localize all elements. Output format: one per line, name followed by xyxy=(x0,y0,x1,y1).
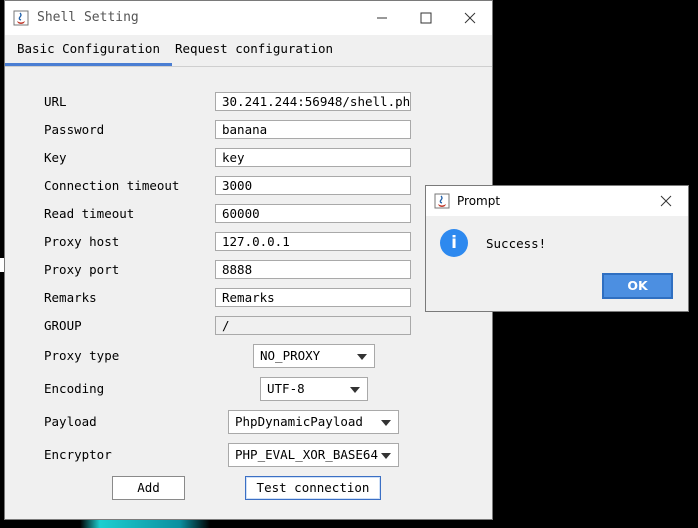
url-label: URL xyxy=(44,94,67,109)
prompt-title: Prompt xyxy=(457,194,501,208)
proxy-port-input[interactable]: 8888 xyxy=(215,260,411,279)
proxy-type-value: NO_PROXY xyxy=(260,348,321,363)
proxy-port-label: Proxy port xyxy=(44,262,120,277)
payload-value: PhpDynamicPayload xyxy=(235,414,363,429)
group-label: GROUP xyxy=(44,318,82,333)
close-button[interactable] xyxy=(448,1,492,35)
key-input[interactable]: key xyxy=(215,148,411,167)
remarks-label: Remarks xyxy=(44,290,97,305)
chevron-down-icon xyxy=(381,453,391,459)
window-title: Shell Setting xyxy=(37,10,139,25)
tab-label: Basic Configuration xyxy=(17,41,160,56)
password-input[interactable]: banana xyxy=(215,120,411,139)
prompt-title-bar[interactable]: Prompt xyxy=(426,186,688,216)
proxy-type-label: Proxy type xyxy=(44,348,120,363)
chevron-down-icon xyxy=(350,387,360,393)
tab-label: Request configuration xyxy=(175,41,334,56)
shell-setting-window: Shell Setting Basic Configuration Reques… xyxy=(4,0,493,520)
encryptor-label: Encryptor xyxy=(44,447,112,462)
java-app-icon xyxy=(13,10,29,26)
title-bar[interactable]: Shell Setting xyxy=(5,1,492,35)
connection-timeout-label: Connection timeout xyxy=(44,178,180,193)
payload-select[interactable]: PhpDynamicPayload xyxy=(228,410,399,434)
prompt-message: Success! xyxy=(486,236,547,251)
prompt-close-button[interactable] xyxy=(644,186,688,216)
encoding-label: Encoding xyxy=(44,381,105,396)
remarks-input[interactable]: Remarks xyxy=(215,288,411,307)
tab-bar: Basic Configuration Request configuratio… xyxy=(5,35,492,67)
chevron-down-icon xyxy=(381,420,391,426)
read-timeout-label: Read timeout xyxy=(44,206,135,221)
connection-timeout-input[interactable]: 3000 xyxy=(215,176,411,195)
tab-request-configuration[interactable]: Request configuration xyxy=(163,35,345,65)
proxy-host-label: Proxy host xyxy=(44,234,120,249)
test-connection-button[interactable]: Test connection xyxy=(245,476,381,500)
read-timeout-input[interactable]: 60000 xyxy=(215,204,411,223)
proxy-type-select[interactable]: NO_PROXY xyxy=(253,344,375,368)
password-label: Password xyxy=(44,122,105,137)
key-label: Key xyxy=(44,150,67,165)
maximize-icon xyxy=(420,12,432,24)
minimize-button[interactable] xyxy=(360,1,404,35)
encoding-value: UTF-8 xyxy=(267,381,305,396)
encryptor-value: PHP_EVAL_XOR_BASE64 xyxy=(235,447,378,462)
encoding-select[interactable]: UTF-8 xyxy=(260,377,368,401)
proxy-host-input[interactable]: 127.0.0.1 xyxy=(215,232,411,251)
chevron-down-icon xyxy=(357,354,367,360)
encryptor-select[interactable]: PHP_EVAL_XOR_BASE64 xyxy=(228,443,399,467)
java-app-icon xyxy=(434,193,450,209)
maximize-button[interactable] xyxy=(404,1,448,35)
minimize-icon xyxy=(377,17,387,19)
add-button[interactable]: Add xyxy=(112,476,185,500)
close-icon xyxy=(660,195,672,207)
close-icon xyxy=(464,12,476,24)
group-input: / xyxy=(215,316,411,335)
prompt-dialog: Prompt i Success! OK xyxy=(425,185,689,312)
payload-label: Payload xyxy=(44,414,97,429)
info-icon: i xyxy=(440,229,468,257)
url-input[interactable]: 30.241.244:56948/shell.php xyxy=(215,92,411,111)
basic-configuration-panel: URL 30.241.244:56948/shell.php Password … xyxy=(5,67,492,519)
tab-basic-configuration[interactable]: Basic Configuration xyxy=(5,35,172,66)
ok-button[interactable]: OK xyxy=(602,273,673,299)
